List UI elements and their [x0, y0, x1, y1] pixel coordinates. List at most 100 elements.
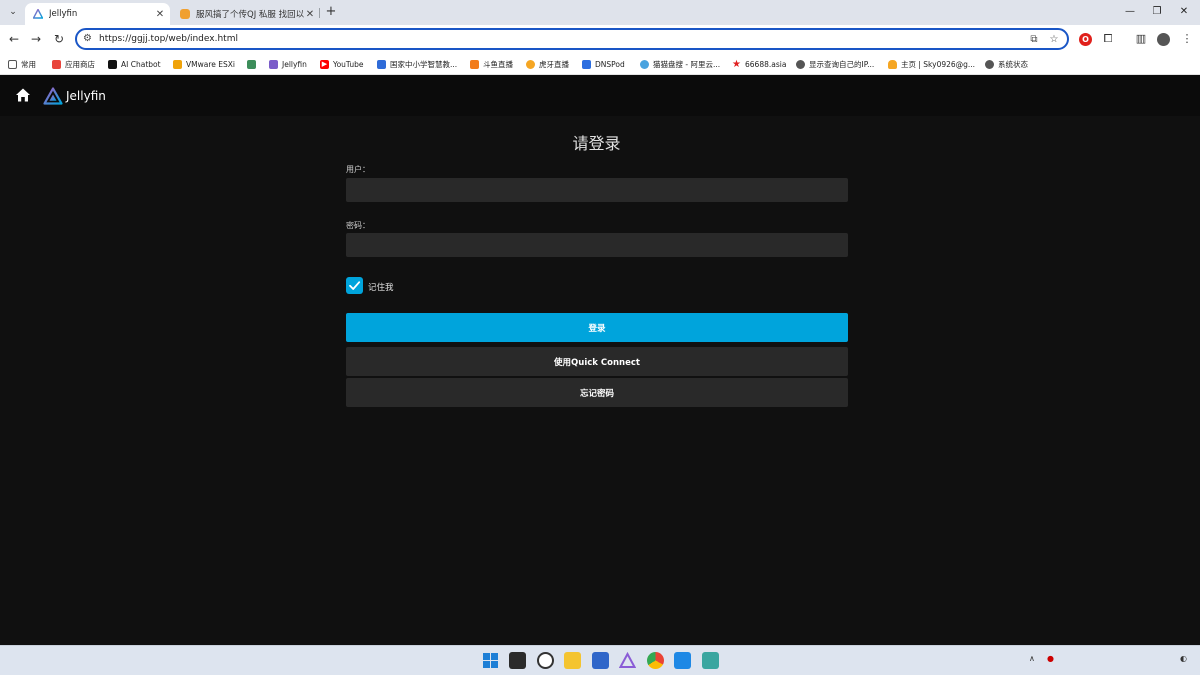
password-input[interactable]: [346, 233, 848, 257]
tab-separator: [319, 8, 320, 18]
forum-favicon-icon: [180, 9, 190, 19]
huya-icon: [526, 59, 535, 69]
address-bar[interactable]: ⚙ ⧉ ☆: [75, 28, 1069, 50]
bookmark-item[interactable]: 虎牙直播: [526, 57, 569, 71]
app-logo[interactable]: Jellyfin: [43, 86, 106, 106]
bookmark-item[interactable]: ★ 66688.asia: [732, 57, 786, 71]
media-player-icon[interactable]: [674, 652, 691, 669]
bookmark-label: AI Chatbot: [121, 59, 161, 69]
generic-app-icon: [247, 59, 256, 69]
bookmark-item[interactable]: AI Chatbot: [108, 57, 161, 71]
dell-icon[interactable]: [537, 652, 554, 669]
login-panel: 请登录 用户： 密码： 记住我 登录 使用Quick Connect 忘记密码: [0, 116, 1200, 645]
tray-app-icon[interactable]: ●: [1047, 654, 1054, 663]
search-engine-icon: [640, 59, 649, 69]
education-icon: [377, 59, 386, 69]
notification-icon[interactable]: ◐: [1180, 654, 1187, 663]
jellyfin-logo-icon: [43, 87, 63, 105]
store-icon: [52, 59, 61, 69]
chrome-icon[interactable]: [647, 652, 664, 669]
checkmark-icon: [349, 281, 361, 290]
cloud-icon: [888, 59, 897, 69]
remember-me-label[interactable]: 记住我: [368, 281, 394, 293]
jellyfin-icon: [269, 59, 278, 69]
bookmark-label: Jellyfin: [282, 59, 307, 69]
password-label: 密码：: [346, 221, 370, 230]
bookmark-star-icon[interactable]: ☆: [1047, 33, 1061, 47]
bookmark-item[interactable]: [247, 57, 260, 71]
close-window-icon[interactable]: ✕: [1174, 4, 1194, 20]
bookmark-label: VMware ESXi: [186, 59, 235, 69]
bookmark-item[interactable]: 显示查询自己的IP...: [796, 57, 874, 71]
tab-title: Jellyfin: [49, 9, 78, 19]
browser-menu-icon[interactable]: ⋮: [1179, 31, 1195, 47]
bookmark-item[interactable]: 斗鱼直播: [470, 57, 513, 71]
new-tab-icon[interactable]: +: [324, 4, 338, 20]
bookmark-item[interactable]: 系统状态: [985, 57, 1028, 71]
bookmark-item[interactable]: 国家中小学智慧教...: [377, 57, 457, 71]
bookmark-item[interactable]: ▶ YouTube: [320, 57, 364, 71]
install-app-icon[interactable]: ⧉: [1027, 33, 1041, 47]
bookmark-label: YouTube: [333, 59, 364, 69]
site-info-icon[interactable]: ⚙: [83, 33, 95, 45]
star-icon: ★: [732, 58, 741, 70]
back-icon[interactable]: ←: [6, 31, 22, 47]
bookmark-label: 虎牙直播: [539, 59, 569, 69]
sign-in-button[interactable]: 登录: [346, 313, 848, 342]
start-icon[interactable]: [482, 652, 499, 669]
bookmark-item[interactable]: VMware ESXi: [173, 57, 235, 71]
quick-connect-button[interactable]: 使用Quick Connect: [346, 347, 848, 376]
maximize-icon[interactable]: ❐: [1147, 4, 1167, 20]
folder-icon: [8, 59, 17, 69]
minimize-icon[interactable]: —: [1120, 4, 1140, 20]
profile-avatar-icon[interactable]: [1157, 33, 1170, 46]
app-name: Jellyfin: [66, 89, 106, 103]
bookmark-label: 应用商店: [65, 59, 95, 69]
file-explorer-icon[interactable]: [564, 652, 581, 669]
tab-title: 服风搞了个传QJ 私服 找回以前...: [196, 10, 304, 20]
youtube-icon: ▶: [320, 59, 329, 69]
network-app-icon[interactable]: [702, 652, 719, 669]
vmware-icon: [173, 59, 182, 69]
remember-me-checkbox[interactable]: [346, 277, 363, 294]
home-icon[interactable]: [15, 87, 31, 103]
tab-search-icon[interactable]: ⌄: [5, 5, 21, 20]
username-input[interactable]: [346, 178, 848, 202]
tab-close-icon[interactable]: ✕: [304, 9, 316, 20]
bookmark-label: 显示查询自己的IP...: [809, 59, 875, 69]
bookmark-item[interactable]: 常用: [8, 57, 36, 71]
app-header: Jellyfin: [0, 75, 1200, 116]
globe-icon: [985, 59, 994, 69]
tab-close-icon[interactable]: ✕: [154, 9, 166, 20]
browser-toolbar: ← → ↻ ⚙ ⧉ ☆ O ⧠ ▥ ⋮: [0, 25, 1200, 53]
username-label: 用户：: [346, 165, 370, 174]
bookmark-item[interactable]: 猫猫盘搜 - 阿里云...: [640, 57, 720, 71]
tab-forum-post[interactable]: 服风搞了个传QJ 私服 找回以前... ✕: [172, 3, 320, 25]
bookmark-item[interactable]: DNSPod: [582, 57, 625, 71]
url-input[interactable]: [99, 32, 999, 46]
side-panel-icon[interactable]: ▥: [1133, 31, 1149, 47]
jellyfin-favicon-icon: [33, 9, 43, 19]
tray-chevron-icon[interactable]: ∧: [1029, 654, 1035, 663]
opera-extension-icon[interactable]: O: [1079, 33, 1092, 46]
bookmark-label: 常用: [21, 59, 36, 69]
bookmarks-bar: 常用 应用商店 AI Chatbot VMware ESXi Jellyfin …: [0, 53, 1200, 75]
bookmark-label: 斗鱼直播: [483, 59, 513, 69]
forward-icon[interactable]: →: [28, 31, 44, 47]
bookmark-label: 66688.asia: [745, 59, 787, 69]
forgot-password-button[interactable]: 忘记密码: [346, 378, 848, 407]
bookmark-label: 国家中小学智慧教...: [390, 59, 458, 69]
bookmark-label: 主页 | Sky0926@g...: [901, 59, 976, 69]
chatbot-icon: [108, 59, 117, 69]
jellyfin-icon[interactable]: [618, 651, 637, 669]
reload-icon[interactable]: ↻: [51, 31, 67, 47]
bookmark-item[interactable]: Jellyfin: [269, 57, 307, 71]
bookmark-item[interactable]: 主页 | Sky0926@g...: [888, 57, 975, 71]
tab-jellyfin[interactable]: Jellyfin ✕: [25, 3, 170, 25]
bookmark-item[interactable]: 应用商店: [52, 57, 95, 71]
store-icon[interactable]: [592, 652, 609, 669]
dnspod-icon: [582, 59, 591, 69]
task-view-icon[interactable]: [509, 652, 526, 669]
globe-icon: [796, 59, 805, 69]
extensions-icon[interactable]: ⧠: [1100, 31, 1116, 47]
